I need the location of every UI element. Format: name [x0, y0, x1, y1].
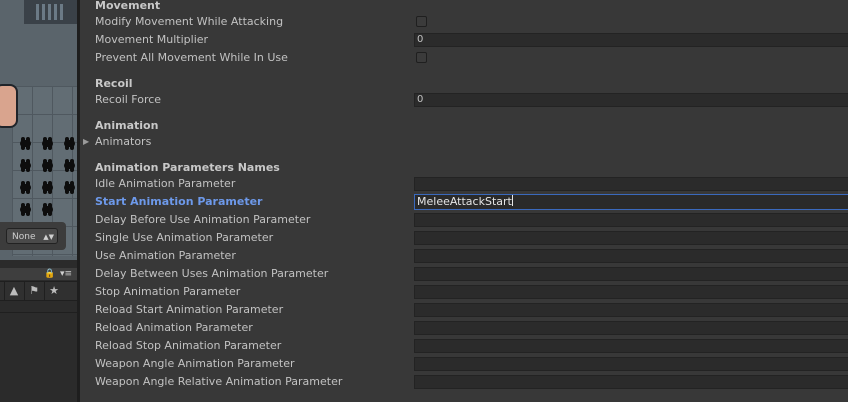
parameter-label: Reload Animation Parameter — [95, 321, 253, 334]
parameter-field[interactable] — [414, 339, 848, 353]
parameter-row: Delay Before Use Animation Parameter — [95, 211, 848, 229]
sprite-tile — [64, 159, 75, 172]
parameter-label: Delay Before Use Animation Parameter — [95, 213, 311, 226]
parameter-label: Reload Stop Animation Parameter — [95, 339, 282, 352]
panel-toolbar: ▲ ⚑ ★ — [0, 281, 77, 301]
sprite-tile — [42, 181, 53, 194]
sprite-tile — [64, 137, 75, 150]
parameter-row: Delay Between Uses Animation Parameter — [95, 265, 848, 283]
scene-view[interactable] — [0, 0, 77, 260]
parameter-label: Idle Animation Parameter — [95, 177, 236, 190]
prevent-movement-row: Prevent All Movement While In Use — [95, 49, 848, 67]
parameter-field[interactable]: MeleeAttackStart — [414, 194, 848, 210]
shapes-icon[interactable]: ▲ — [4, 282, 23, 300]
scene-background-tile — [36, 4, 66, 20]
parameter-field[interactable] — [414, 357, 848, 371]
parameter-row: Weapon Angle Relative Animation Paramete… — [95, 373, 848, 391]
parameter-field[interactable] — [414, 267, 848, 281]
modify-movement-row: Modify Movement While Attacking — [95, 13, 848, 31]
parameter-row: Use Animation Parameter — [95, 247, 848, 265]
parameter-field-value: MeleeAttackStart — [417, 195, 512, 208]
parameter-row: Start Animation Parameter MeleeAttackSta… — [95, 193, 848, 211]
parameter-row: Idle Animation Parameter — [95, 175, 848, 193]
divider — [0, 312, 77, 313]
character-sprite — [0, 84, 18, 128]
sprite-tile — [42, 137, 53, 150]
recoil-force-row: Recoil Force 0 — [95, 91, 848, 109]
parameter-label: Delay Between Uses Animation Parameter — [95, 267, 329, 280]
parameter-label: Start Animation Parameter — [95, 195, 263, 208]
parameter-row: Reload Stop Animation Parameter — [95, 337, 848, 355]
lock-icon[interactable]: 🔒 — [44, 268, 55, 280]
foldout-arrow-icon[interactable]: ▶ — [83, 133, 89, 151]
sprite-tile — [20, 159, 31, 172]
scene-panel: None ▲▼ 🔒 ▾≡ ▲ ⚑ ★ — [0, 0, 77, 402]
animators-foldout[interactable]: ▶ Animators — [83, 133, 848, 151]
parameter-field[interactable] — [414, 213, 848, 227]
recoil-force-field[interactable]: 0 — [414, 93, 848, 107]
sprite-tile — [64, 181, 75, 194]
parameter-field[interactable] — [414, 177, 848, 191]
parameter-field[interactable] — [414, 303, 848, 317]
parameter-row: Reload Start Animation Parameter — [95, 301, 848, 319]
modify-movement-label: Modify Movement While Attacking — [95, 15, 284, 28]
sprite-tile — [42, 203, 53, 216]
prevent-movement-checkbox[interactable] — [416, 52, 427, 63]
parameter-field[interactable] — [414, 231, 848, 245]
layer-select[interactable]: None ▲▼ — [6, 228, 58, 244]
parameter-label: Use Animation Parameter — [95, 249, 236, 262]
parameter-row: Stop Animation Parameter — [95, 283, 848, 301]
parameter-field[interactable] — [414, 285, 848, 299]
prevent-movement-label: Prevent All Movement While In Use — [95, 51, 288, 64]
inspector-panel: Movement Modify Movement While Attacking… — [80, 0, 848, 402]
parameter-field[interactable] — [414, 321, 848, 335]
sprite-tile — [20, 181, 31, 194]
movement-multiplier-field[interactable]: 0 — [414, 33, 848, 47]
recoil-force-label: Recoil Force — [95, 93, 162, 106]
parameter-label: Reload Start Animation Parameter — [95, 303, 284, 316]
menu-icon[interactable]: ▾≡ — [60, 268, 72, 280]
parameter-row: Reload Animation Parameter — [95, 319, 848, 337]
parameter-label: Stop Animation Parameter — [95, 285, 241, 298]
movement-multiplier-label: Movement Multiplier — [95, 33, 209, 46]
layer-select-value: None — [12, 232, 36, 242]
parameter-row: Weapon Angle Animation Parameter — [95, 355, 848, 373]
parameter-label: Single Use Animation Parameter — [95, 231, 274, 244]
sprite-tile — [20, 137, 31, 150]
parameter-field[interactable] — [414, 249, 848, 263]
select-arrows-icon: ▲▼ — [43, 233, 54, 241]
parameter-label: Weapon Angle Animation Parameter — [95, 357, 295, 370]
parameter-field[interactable] — [414, 375, 848, 389]
tag-icon[interactable]: ⚑ — [24, 282, 43, 300]
sprite-tile — [20, 203, 31, 216]
modify-movement-checkbox[interactable] — [416, 16, 427, 27]
text-caret — [511, 195, 513, 206]
star-icon[interactable]: ★ — [44, 282, 63, 300]
animators-label: Animators — [95, 135, 152, 148]
movement-multiplier-row: Movement Multiplier 0 — [95, 31, 848, 49]
parameter-label: Weapon Angle Relative Animation Paramete… — [95, 375, 343, 388]
parameter-row: Single Use Animation Parameter — [95, 229, 848, 247]
sprite-tile — [42, 159, 53, 172]
